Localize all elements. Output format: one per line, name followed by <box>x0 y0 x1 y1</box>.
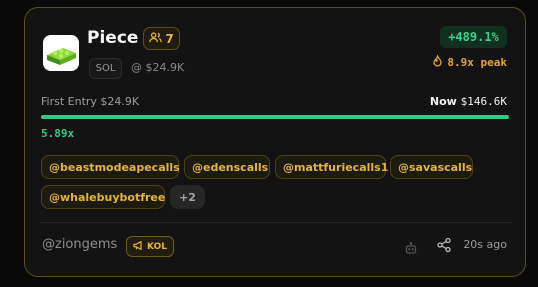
token-name: Piece <box>87 28 139 48</box>
peak-multiple: 8.9x peak <box>432 54 507 70</box>
kol-label: KOL <box>147 241 167 252</box>
channel-chip[interactable]: @edenscalls <box>184 155 270 179</box>
now-value: $146.6K <box>460 95 507 108</box>
chain-badge: SOL <box>89 58 122 79</box>
channel-chip[interactable]: @savascalls <box>390 155 473 179</box>
kol-badge: KOL <box>126 236 174 257</box>
share-icon[interactable] <box>436 237 452 257</box>
first-entry-label: First Entry $24.9K <box>41 95 140 108</box>
flame-icon <box>432 54 443 70</box>
divider <box>41 222 511 223</box>
now-label: Now <box>429 95 457 108</box>
megaphone-icon <box>133 240 144 253</box>
peak-label: 8.9x peak <box>447 56 507 69</box>
pnl-badge: +489.1% <box>440 26 507 48</box>
callers-count-badge[interactable]: 7 <box>143 27 180 50</box>
channel-chip[interactable]: @beastmodeapecalls <box>41 155 180 179</box>
bot-icon[interactable] <box>405 239 417 258</box>
channel-chip[interactable]: @whalebuybotfree <box>41 185 165 209</box>
timestamp: 20s ago <box>463 238 507 251</box>
entry-mcap: @ $24.9K <box>131 61 185 74</box>
current-multiple: 5.89x <box>41 127 75 140</box>
author-handle[interactable]: @ziongems <box>42 237 117 252</box>
progress-bar <box>41 115 509 119</box>
call-card[interactable]: Piece 7 SOL @ $24.9K +489.1% 8.9x peak F… <box>24 7 526 277</box>
users-icon <box>149 31 163 47</box>
channel-chip[interactable]: @mattfuriecalls1 <box>275 155 388 179</box>
progress-bar-fill <box>41 115 509 119</box>
now-mcap: Now $146.6K <box>430 95 507 108</box>
token-logo <box>43 35 79 71</box>
callers-count: 7 <box>165 31 174 46</box>
more-channels-button[interactable]: +2 <box>170 185 205 209</box>
